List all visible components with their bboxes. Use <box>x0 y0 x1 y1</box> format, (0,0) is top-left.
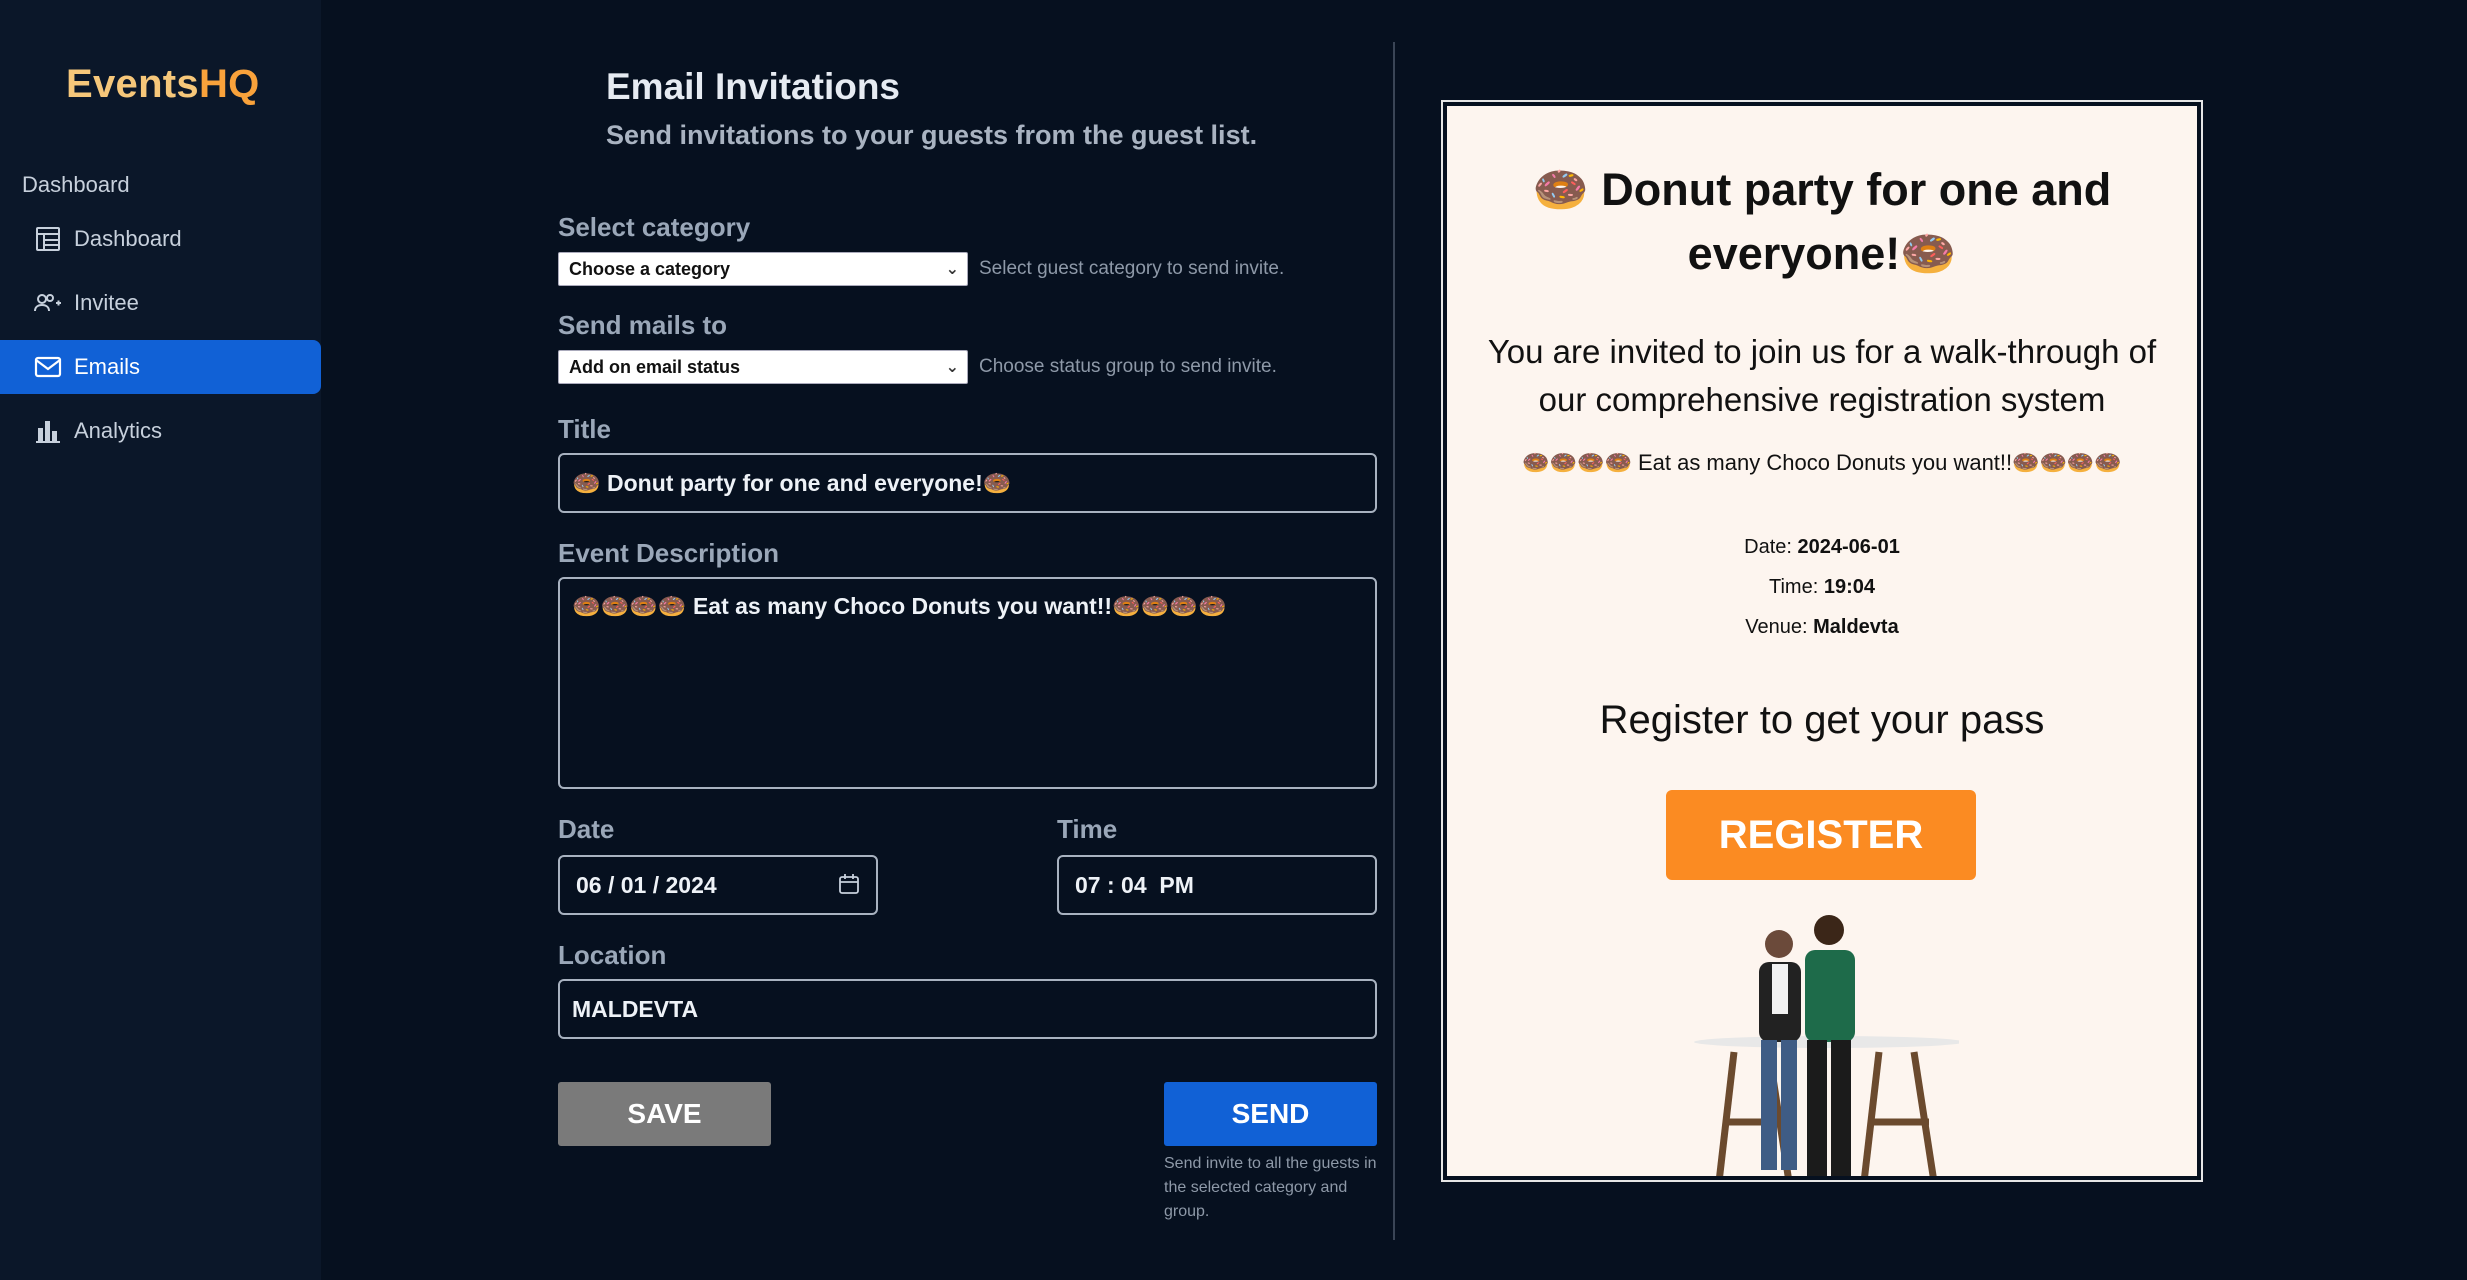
save-button[interactable]: SAVE <box>558 1082 771 1146</box>
bar-chart-icon <box>34 417 62 445</box>
sidebar-item-dashboard[interactable]: Dashboard <box>0 212 321 266</box>
preview-venue-value: Maldevta <box>1813 616 1899 638</box>
preview-intro: You are invited to join us for a walk-th… <box>1487 333 2157 418</box>
preview-venue-label: Venue: <box>1745 616 1814 638</box>
preview-time: Time: 19:04 <box>1447 576 2197 599</box>
preview-time-value: 19:04 <box>1823 576 1875 598</box>
page-title: Email Invitations <box>606 66 901 107</box>
description-label: Event Description <box>558 538 780 568</box>
mails-to-select-value: Add on email status <box>569 356 741 377</box>
chevron-down-icon: ⌄ <box>945 359 959 376</box>
sidebar-item-invitee[interactable]: Invitee <box>0 276 321 330</box>
date-value: 06 / 01 / 2024 <box>576 871 717 898</box>
preview-register-text: Register to get your pass <box>1599 698 2045 742</box>
category-label: Select category <box>558 212 751 242</box>
preview-time-label: Time: <box>1769 576 1824 598</box>
mails-to-hint: Choose status group to send invite. <box>979 356 1277 377</box>
email-preview: 🍩 Donut party for one and everyone!🍩 You… <box>1447 106 2197 1176</box>
category-hint: Select guest category to send invite. <box>979 258 1285 279</box>
people-illustration <box>1694 915 1959 1176</box>
preview-description: 🍩🍩🍩🍩 Eat as many Choco Donuts you want!!… <box>1522 450 2122 475</box>
preview-venue: Venue: Maldevta <box>1447 616 2197 639</box>
preview-date: Date: 2024-06-01 <box>1447 536 2197 559</box>
category-select[interactable]: Choose a category ⌄ <box>558 252 968 286</box>
location-label: Location <box>558 940 667 970</box>
mail-icon <box>34 353 62 381</box>
email-preview-frame: 🍩 Donut party for one and everyone!🍩 You… <box>1441 100 2203 1182</box>
sidebar-item-analytics[interactable]: Analytics <box>0 404 321 458</box>
sidebar: EventsHQ Dashboard Dashboard Invitee Ema… <box>0 0 321 1280</box>
send-button[interactable]: SEND <box>1164 1082 1377 1146</box>
send-hint: Send invite to all the guests in the sel… <box>1164 1155 1377 1220</box>
brand-logo[interactable]: EventsHQ <box>66 62 260 107</box>
table-icon <box>34 225 62 253</box>
description-textarea[interactable]: 🍩🍩🍩🍩 Eat as many Choco Donuts you want!!… <box>558 577 1377 789</box>
date-label: Date <box>558 814 615 844</box>
sidebar-item-label: Invitee <box>74 290 139 315</box>
preview-title: 🍩 Donut party for one and everyone!🍩 <box>1532 164 2112 279</box>
sidebar-nav: Dashboard Invitee Emails Analytics <box>0 212 321 468</box>
time-input[interactable]: 07 : 04 PM <box>1057 855 1377 915</box>
date-input[interactable]: 06 / 01 / 2024 <box>558 855 878 915</box>
preview-date-label: Date: <box>1744 536 1798 558</box>
register-button[interactable]: REGISTER <box>1666 790 1976 880</box>
brand-part-1: Events <box>66 62 199 106</box>
preview-date-value: 2024-06-01 <box>1797 536 1900 558</box>
sidebar-item-label: Dashboard <box>74 226 182 251</box>
time-label: Time <box>1057 814 1118 844</box>
mails-to-select[interactable]: Add on email status ⌄ <box>558 350 968 384</box>
sidebar-item-emails[interactable]: Emails <box>0 340 321 394</box>
category-select-value: Choose a category <box>569 258 731 279</box>
sidebar-section-label: Dashboard <box>22 172 130 197</box>
add-user-icon <box>34 289 62 317</box>
sidebar-item-label: Analytics <box>74 418 163 443</box>
brand-part-2: HQ <box>198 62 260 106</box>
title-input[interactable]: 🍩 Donut party for one and everyone!🍩 <box>558 453 1377 513</box>
calendar-icon[interactable] <box>838 873 860 895</box>
mails-to-label: Send mails to <box>558 310 728 340</box>
sidebar-item-label: Emails <box>74 354 141 379</box>
chevron-down-icon: ⌄ <box>945 261 959 278</box>
page-subtitle: Send invitations to your guests from the… <box>606 120 1258 150</box>
title-label: Title <box>558 414 611 444</box>
location-input[interactable]: MALDEVTA <box>558 979 1377 1039</box>
column-divider <box>1393 42 1395 1240</box>
